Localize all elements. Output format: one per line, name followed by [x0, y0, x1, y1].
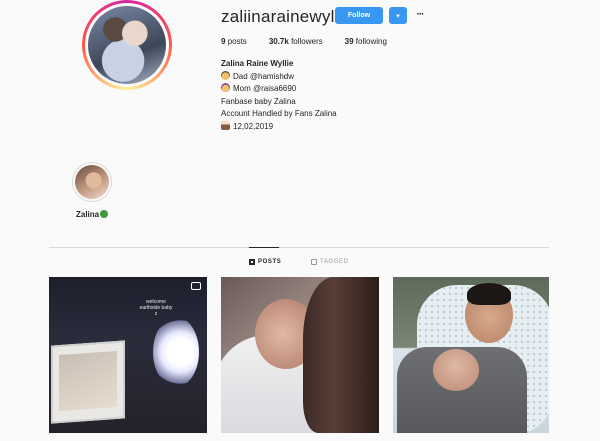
bio-line-account: Account Handled by Fans Zalina [221, 109, 337, 119]
posts-label: posts [227, 37, 247, 46]
post-overlay-text: welcome earthside baby z [139, 299, 173, 317]
bio-line-mom: Mom @raisa6690 [221, 83, 337, 96]
posts-count: 9 [221, 37, 226, 46]
tab-tagged-label: TAGGED [320, 259, 349, 265]
profile-avatar[interactable] [82, 0, 172, 90]
profile-bio: Zalina Raine Wyllie Dad @hamishdw Mom @r… [221, 58, 337, 134]
profile-username: zaliinarainewyllie [221, 7, 353, 26]
active-tab-indicator [249, 247, 279, 248]
following-stat[interactable]: 39 following [345, 37, 387, 46]
clover-emoji-icon [100, 210, 109, 218]
profile-stats: 9 posts 30.7k followers 39 following [221, 37, 409, 46]
baby-image [433, 349, 479, 391]
video-icon [191, 282, 201, 290]
father-hair-image [467, 283, 511, 305]
post-thumbnail[interactable]: welcome earthside baby z [49, 277, 207, 433]
posts-stat: 9 posts [221, 37, 247, 46]
tab-posts-label: POSTS [258, 259, 282, 265]
highlight-cover [75, 165, 109, 199]
post-thumbnail[interactable] [393, 277, 549, 433]
bio-line-date: 12,02,2019 [221, 120, 337, 134]
avatar-photo [88, 6, 166, 84]
follow-button[interactable]: Follow [335, 7, 383, 24]
post-thumbnail[interactable] [221, 277, 379, 433]
followers-count: 30.7k [268, 37, 289, 46]
followers-stat[interactable]: 30.7k followers [269, 37, 323, 46]
tab-posts[interactable]: POSTS [249, 259, 281, 265]
bio-date-text: 12,02,2019 [233, 121, 274, 131]
full-name: Zalina Raine Wyllie [221, 59, 294, 68]
bio-mom-text: Mom @raisa6690 [233, 84, 297, 94]
bio-dad-text: Dad @hamishdw [233, 71, 295, 81]
bio-line-dad: Dad @hamishdw [221, 70, 337, 84]
bio-line-fanbase: Fanbase baby Zalina [221, 96, 296, 106]
following-label: following [355, 37, 387, 46]
tag-icon [311, 259, 317, 265]
story-highlight[interactable] [72, 162, 112, 202]
more-options-button[interactable]: ··· [412, 6, 428, 22]
cake-emoji-icon [221, 120, 230, 130]
suggestions-dropdown-button[interactable]: ▾ [389, 7, 407, 24]
more-icon: ··· [416, 8, 425, 20]
tab-tagged[interactable]: TAGGED [311, 259, 349, 265]
avatar-border [85, 3, 169, 87]
chevron-down-icon: ▾ [396, 12, 400, 20]
highlight-label-text: Zalina [76, 210, 100, 219]
followers-label: followers [291, 37, 323, 46]
photo-frame-image [51, 340, 125, 424]
grid-icon [249, 259, 255, 265]
night-lamp-image [153, 317, 199, 387]
highlight-label[interactable]: Zalina [76, 210, 109, 219]
following-count: 39 [344, 37, 354, 46]
tabs-divider [49, 247, 549, 248]
boy-emoji-icon [221, 70, 230, 80]
hair-image [303, 277, 379, 433]
girl-emoji-icon [221, 83, 230, 93]
